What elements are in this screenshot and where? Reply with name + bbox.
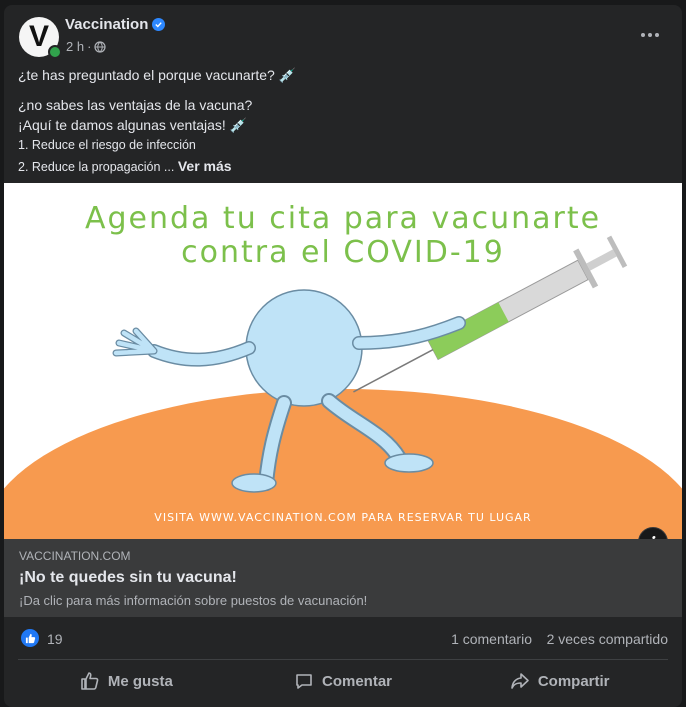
share-count[interactable]: 2 veces compartido: [547, 631, 668, 647]
link-description: ¡Da clic para más información sobre pues…: [19, 593, 368, 608]
meta-separator: ·: [87, 39, 92, 54]
link-preview[interactable]: VACCINATION.COM ¡No te quedes sin tu vac…: [4, 539, 682, 617]
comment-button[interactable]: Comentar: [235, 661, 452, 701]
post-actions-bar: Me gusta Comentar Compartir: [18, 661, 668, 701]
post-time[interactable]: 2 h: [66, 39, 84, 54]
like-count[interactable]: 19: [47, 631, 63, 647]
share-button[interactable]: Compartir: [451, 661, 668, 701]
post-text-line-2: ¿no sabes las ventajas de la vacuna?: [18, 97, 253, 113]
actions-divider: [18, 659, 668, 660]
post-header: V Vaccination 2 h ·: [4, 5, 682, 65]
online-status-dot: [48, 45, 62, 59]
like-button-label: Me gusta: [107, 672, 173, 690]
post-text-truncated: 2. Reduce la propagación ...: [18, 160, 175, 174]
thumbs-up-icon: [81, 672, 99, 690]
link-domain: VACCINATION.COM: [19, 549, 131, 563]
more-options-icon[interactable]: [638, 25, 662, 45]
image-title-line-1: Agenda tu cita para vacunarte: [84, 201, 602, 236]
post-text-line-5: 2. Reduce la propagación ... Ver más: [18, 158, 232, 174]
see-more-link[interactable]: Ver más: [178, 158, 232, 174]
comment-count[interactable]: 1 comentario: [451, 631, 532, 647]
link-title[interactable]: ¡No te quedes sin tu vacuna!: [19, 569, 237, 587]
post-text-line-1: ¿te has preguntado el porque vacunarte? …: [18, 67, 297, 83]
post-text-line-3: ¡Aquí te damos algunas ventajas! 💉: [18, 117, 248, 133]
post-card: V Vaccination 2 h · ¿te has preguntado e…: [4, 5, 682, 707]
share-button-label: Compartir: [537, 672, 610, 690]
post-stats: 19 1 comentario 2 veces compartido: [4, 617, 682, 659]
comment-button-label: Comentar: [322, 672, 393, 690]
like-button[interactable]: Me gusta: [18, 661, 235, 701]
post-image[interactable]: Agenda tu cita para vacunarte contra el …: [4, 183, 682, 539]
post-text-line-4: 1. Reduce el riesgo de infección: [18, 138, 196, 152]
page-name[interactable]: Vaccination: [65, 16, 148, 33]
post-meta: 2 h ·: [66, 39, 107, 54]
comment-icon: [296, 674, 312, 689]
globe-icon[interactable]: [94, 40, 107, 53]
image-title-line-2: contra el COVID-19: [181, 235, 505, 270]
image-footer-text: VISITA WWW.VACCINATION.COM PARA RESERVAR…: [154, 511, 532, 524]
like-reaction-icon[interactable]: [21, 629, 39, 647]
share-icon: [511, 673, 529, 689]
verified-badge-icon: [152, 18, 166, 31]
page-name-link[interactable]: Vaccination: [65, 16, 166, 33]
